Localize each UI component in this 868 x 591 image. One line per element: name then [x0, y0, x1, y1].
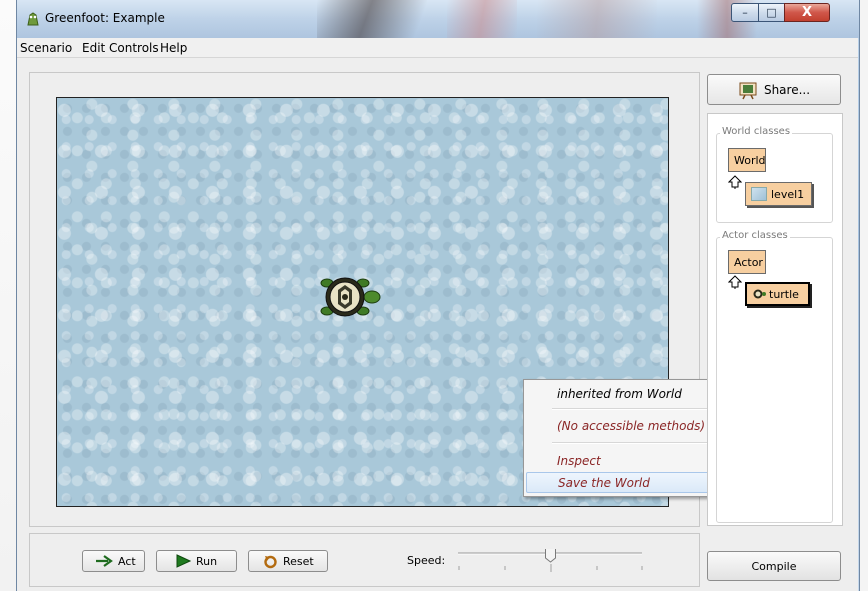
- menu-item-no-methods: (No accessible methods): [524, 414, 720, 438]
- menu-help[interactable]: Help: [160, 41, 187, 55]
- menu-item-inspect[interactable]: Inspect: [524, 449, 720, 473]
- window-title: Greenfoot: Example: [45, 11, 165, 25]
- actor-classes-group: Actor classes Actor turtle: [716, 230, 833, 523]
- class-actor[interactable]: Actor: [728, 250, 766, 274]
- class-turtle-label: turtle: [769, 287, 799, 301]
- minimize-button[interactable]: –: [731, 3, 759, 22]
- share-label: Share...: [763, 82, 811, 97]
- world-panel: inherited from World (No accessible meth…: [29, 72, 721, 527]
- compile-button[interactable]: Compile: [707, 551, 841, 581]
- menu-item-label: Save the World: [558, 476, 650, 490]
- share-button[interactable]: Share...: [707, 74, 841, 105]
- act-label: Act: [118, 554, 136, 568]
- actor-classes-title: Actor classes: [720, 230, 790, 241]
- reset-label: Reset: [283, 554, 314, 568]
- close-button[interactable]: X: [784, 3, 830, 22]
- menu-bar: Scenario Edit Controls Help: [17, 38, 858, 58]
- menu-item-label: (No accessible methods): [557, 419, 706, 433]
- menu-separator: [552, 408, 717, 410]
- execution-controls: Act Run Reset Speed:: [29, 533, 700, 587]
- speed-slider[interactable]: [456, 549, 646, 575]
- menu-item-save-the-world[interactable]: Save the World: [526, 472, 716, 493]
- desktop-background-right: [859, 0, 868, 591]
- titlebar-glass-decoration: [447, 0, 517, 38]
- menu-item-label: Inspect: [557, 454, 601, 468]
- inherit-arrow-icon: [728, 275, 742, 289]
- class-level1-label: level1: [771, 187, 805, 201]
- world-classes-group: World classes World level1: [716, 126, 833, 223]
- class-turtle[interactable]: turtle: [745, 282, 810, 306]
- class-world[interactable]: World: [728, 148, 766, 172]
- run-label: Run: [196, 554, 218, 568]
- act-icon: [95, 555, 113, 567]
- turtle-actor[interactable]: [319, 273, 381, 321]
- inherit-arrow-icon: [728, 175, 742, 189]
- reset-button[interactable]: Reset: [248, 550, 328, 572]
- share-icon: [738, 80, 758, 100]
- class-browser: World classes World level1 Actor classes…: [707, 113, 843, 526]
- greenfoot-icon: [27, 12, 39, 26]
- greenfoot-window: Greenfoot: Example – □ X Scenario Edit C…: [16, 0, 860, 591]
- menu-item-label: inherited from World: [557, 387, 682, 401]
- menu-edit[interactable]: Edit: [82, 41, 105, 55]
- desktop-background: [0, 0, 16, 591]
- menu-separator: [552, 442, 717, 444]
- reset-icon: [263, 554, 278, 569]
- run-icon: [175, 554, 191, 568]
- main-area: inherited from World (No accessible meth…: [17, 58, 858, 591]
- act-button[interactable]: Act: [82, 550, 145, 572]
- maximize-button[interactable]: □: [758, 3, 785, 22]
- run-button[interactable]: Run: [156, 550, 237, 572]
- speed-slider-thumb[interactable]: [545, 549, 556, 563]
- speed-label: Speed:: [407, 554, 446, 567]
- turtle-icon: [752, 288, 766, 300]
- class-level1[interactable]: level1: [745, 182, 812, 206]
- menu-controls[interactable]: Controls: [109, 41, 159, 55]
- titlebar-glass-decoration: [537, 0, 657, 38]
- context-menu: inherited from World (No accessible meth…: [523, 379, 721, 497]
- titlebar-glass-decoration: [317, 0, 427, 38]
- menu-scenario[interactable]: Scenario: [20, 41, 72, 55]
- world-classes-title: World classes: [720, 126, 793, 137]
- title-bar[interactable]: Greenfoot: Example – □ X: [17, 0, 859, 38]
- menu-item-inherited-from-world[interactable]: inherited from World: [524, 382, 720, 406]
